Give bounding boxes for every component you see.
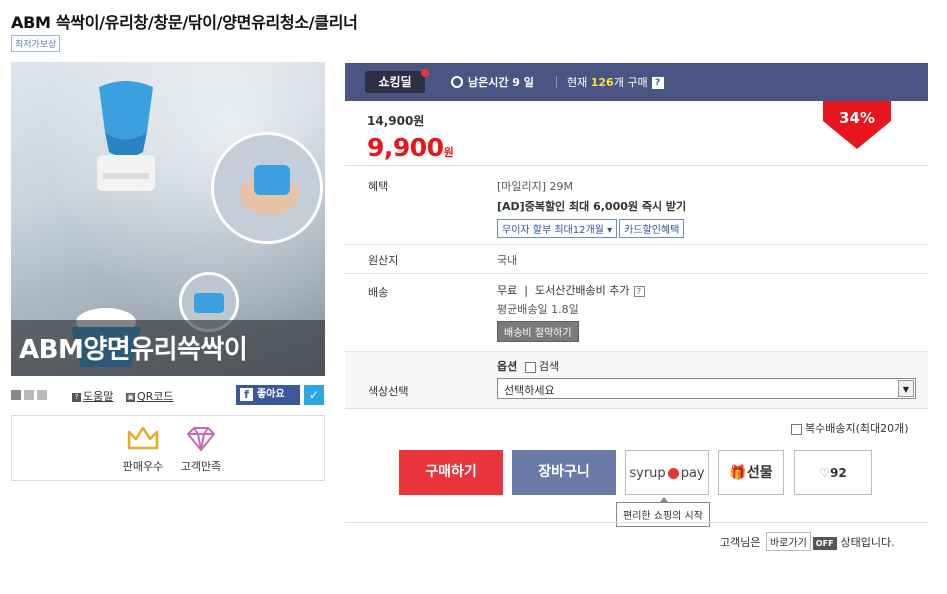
off-badge[interactable]: OFF: [812, 537, 837, 550]
discount-arrow-badge: 34%: [823, 101, 891, 149]
help-icon: ?: [72, 392, 81, 402]
mileage: [마일리지] 29M: [497, 180, 574, 193]
multi-shipping-option[interactable]: 복수배송지(최대20개): [791, 420, 909, 436]
card-discount-button[interactable]: 카드할인혜택: [619, 219, 685, 238]
crown-icon: [127, 426, 159, 450]
benefit-label: 혜택: [368, 180, 389, 193]
original-price: 14,900원: [367, 114, 425, 128]
product-title: ABM 쓱싹이/유리창/창문/닦이/양면유리청소/클리너: [11, 13, 358, 32]
facebook-icon: f: [240, 387, 253, 401]
avg-delivery: 평균배송일 1.8일: [497, 303, 579, 316]
ad-discount-link[interactable]: [AD]중복할인 최대 6,000원 즉시 받기: [497, 198, 686, 214]
facebook-like-button[interactable]: f 좋아요: [236, 385, 300, 405]
help-icon[interactable]: ?: [633, 285, 645, 297]
origin-label: 원산지: [368, 254, 399, 267]
chevron-down-icon[interactable]: ▼: [898, 380, 914, 397]
price-area: 14,900원 9,900원 34%: [345, 101, 928, 166]
window-cleaner-illustration: [97, 81, 155, 191]
shortcut-toggle[interactable]: 바로가기: [765, 532, 811, 551]
buy-button[interactable]: 구매하기: [399, 450, 503, 495]
like-button[interactable]: ♡92: [794, 450, 872, 495]
syrup-dot-icon: [667, 468, 679, 479]
twitter-icon: ✓: [308, 388, 320, 402]
qr-code-link[interactable]: ▣ QR코드: [126, 388, 174, 404]
shortcut-status: 고객님은 바로가기 OFF 상태입니다.: [720, 532, 895, 551]
image-thumbnails[interactable]: [11, 390, 50, 403]
thumbnail-dot[interactable]: [24, 390, 34, 400]
gift-icon: 🎁: [729, 465, 747, 481]
shipping-label: 배송: [368, 286, 389, 299]
seller-awards: 판매우수 고객만족: [11, 415, 325, 481]
shocking-deal-logo[interactable]: 쇼킹딜: [365, 69, 429, 93]
detail-circle-large: [211, 132, 323, 244]
color-select-label: 색상선택: [368, 385, 409, 398]
twitter-share-button[interactable]: ✓: [304, 385, 324, 405]
shipping-info: 무료 | 도서산간배송비 추가?: [497, 282, 645, 298]
gift-button[interactable]: 🎁선물: [718, 450, 784, 495]
save-shipping-button[interactable]: 배송비 절약하기: [497, 321, 579, 342]
color-select[interactable]: 선택하세요 ▼: [497, 378, 916, 399]
heart-icon: ♡: [819, 466, 831, 480]
discount-rate: 34%: [839, 109, 875, 127]
diamond-icon: [187, 427, 215, 451]
syrup-pay-tooltip: 편리한 쇼핑의 시작: [616, 497, 710, 527]
shocking-deal-bar: 쇼킹딜 남은시간 9 일 현재 126개 구매?: [345, 63, 928, 101]
product-image[interactable]: ABM양면유리쓱싹이: [11, 62, 325, 376]
clock-icon: [451, 76, 463, 88]
benefit-buttons: 무이자 할부 최대12개월 ▾ 카드할인혜택: [497, 219, 686, 238]
help-icon[interactable]: ?: [651, 77, 664, 89]
qr-icon: ▣: [126, 392, 135, 402]
thumbnail-dot[interactable]: [11, 390, 21, 400]
multi-shipping-checkbox[interactable]: [791, 423, 802, 435]
sale-price: 9,900원: [367, 133, 454, 162]
purchase-count: 현재 126개 구매?: [567, 74, 664, 90]
award-satisfaction: 고객만족: [166, 426, 236, 474]
lowest-price-badge[interactable]: 최저가보상: [11, 35, 61, 52]
cart-button[interactable]: 장바구니: [512, 450, 616, 495]
option-header: 옵션 검색: [497, 360, 560, 373]
syrup-pay-button[interactable]: syrup pay: [625, 450, 709, 495]
help-link[interactable]: ? 도움말: [72, 388, 113, 404]
installment-button[interactable]: 무이자 할부 최대12개월 ▾: [497, 219, 618, 238]
origin-value: 국내: [497, 254, 518, 267]
remaining-time: 남은시간 9 일: [451, 74, 534, 90]
search-checkbox[interactable]: [524, 361, 536, 373]
image-caption: ABM양면유리쓱싹이: [11, 320, 325, 376]
thumbnail-dot[interactable]: [37, 390, 47, 400]
